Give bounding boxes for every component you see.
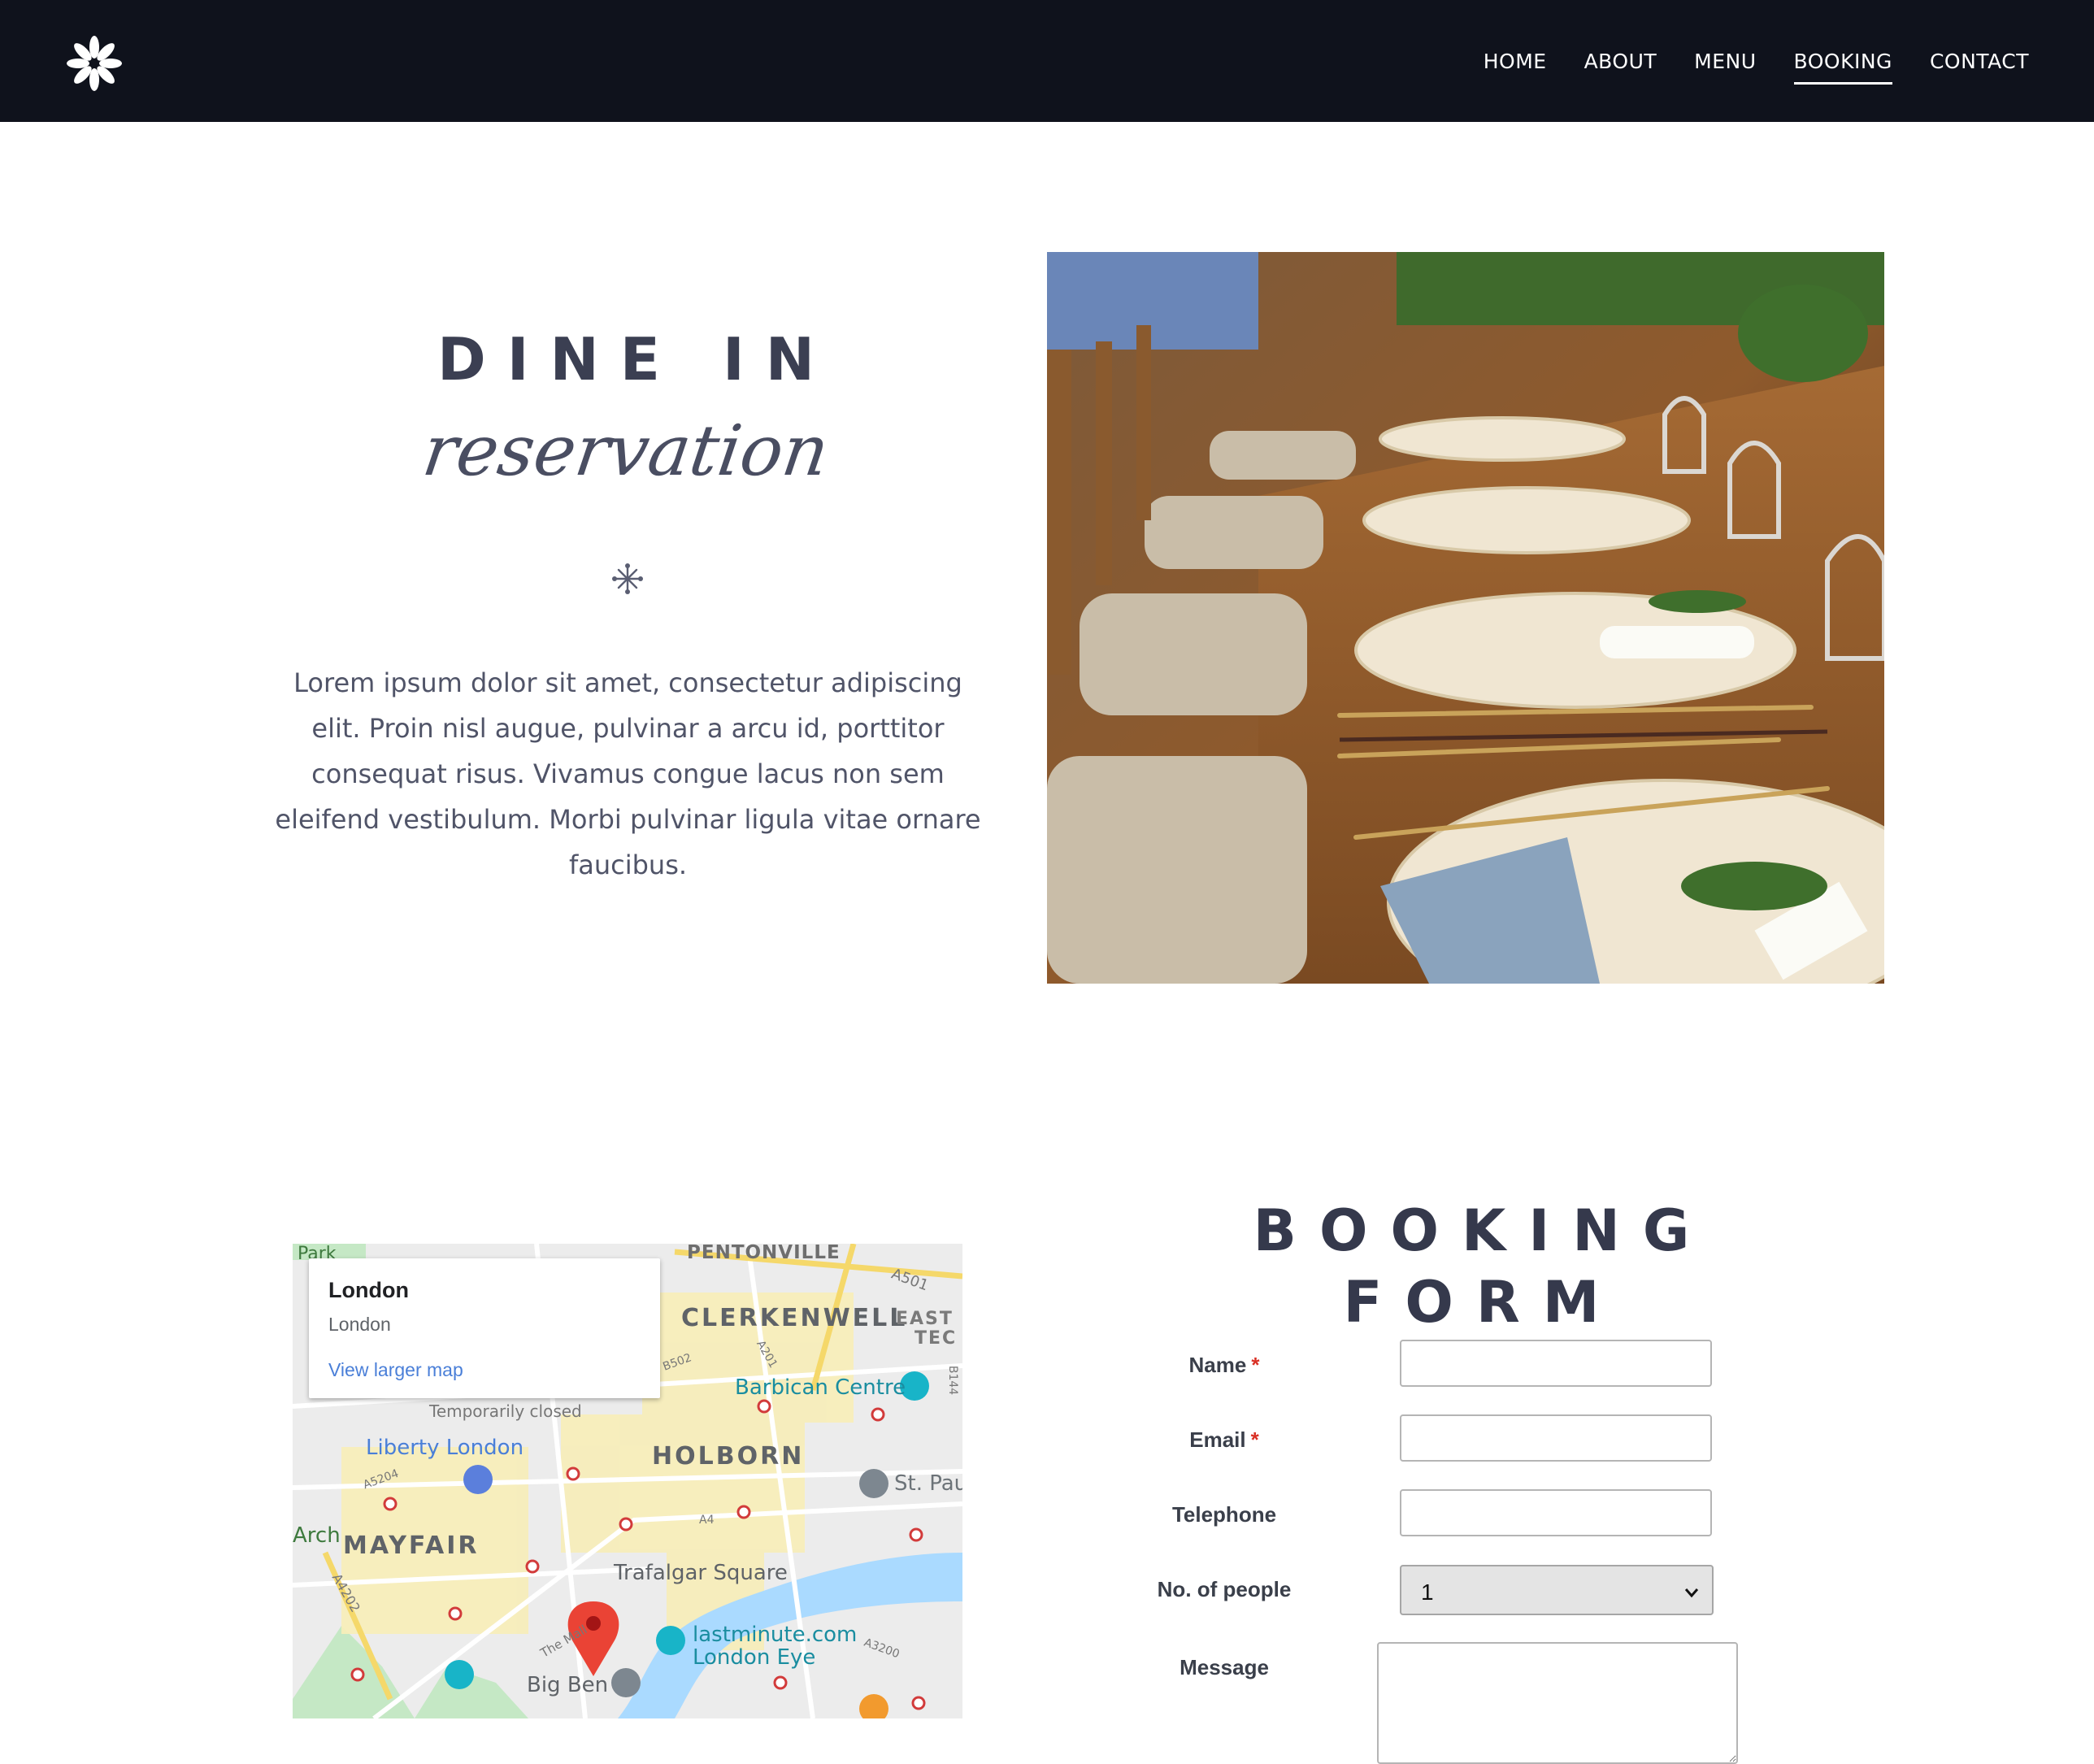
- map-label-b144: B144: [946, 1365, 960, 1396]
- map-label-liberty: Liberty London: [366, 1436, 524, 1460]
- map-label-pentonville: PENTONVILLE: [687, 1244, 841, 1263]
- map-label-tec: TEC: [914, 1328, 958, 1349]
- asterisk-flower-icon[interactable]: [65, 34, 124, 93]
- map-label-big-ben: Big Ben: [527, 1673, 609, 1697]
- nav-contact[interactable]: CONTACT: [1930, 43, 2029, 80]
- map-label-temporarily-closed: Temporarily closed: [429, 1401, 582, 1421]
- map-label-holborn: HOLBORN: [652, 1442, 805, 1471]
- email-field[interactable]: [1400, 1414, 1712, 1462]
- map-label-london-eye-2: London Eye: [693, 1645, 816, 1670]
- email-required-mark: *: [1250, 1427, 1259, 1452]
- map-label-london-eye-1: lastminute.com: [693, 1623, 858, 1647]
- form-title-line1: BOOKING: [1253, 1197, 1713, 1264]
- top-navbar: HOME ABOUT MENU BOOKING CONTACT: [0, 0, 2094, 122]
- dining-table-photo: [1047, 252, 1884, 984]
- email-label-text: Email: [1189, 1427, 1246, 1452]
- map-label-clerkenwell: CLERKENWELL: [681, 1304, 908, 1332]
- chevron-down-icon: [1683, 1581, 1701, 1599]
- people-label-text: No. of people: [1157, 1577, 1292, 1601]
- people-label: No. of people: [1110, 1577, 1338, 1602]
- map-label-trafalgar: Trafalgar Square: [614, 1561, 788, 1585]
- telephone-field[interactable]: [1400, 1489, 1712, 1536]
- people-select[interactable]: 1: [1400, 1565, 1714, 1615]
- name-required-mark: *: [1251, 1353, 1260, 1377]
- main-nav: HOME ABOUT MENU BOOKING CONTACT: [1446, 0, 2029, 122]
- map-label-east: EAST: [896, 1309, 954, 1329]
- map-label-mayfair: MAYFAIR: [343, 1532, 480, 1560]
- nav-home[interactable]: HOME: [1484, 43, 1547, 80]
- nav-about[interactable]: ABOUT: [1584, 43, 1657, 80]
- map-label-arch: Arch: [293, 1523, 341, 1548]
- hero-title: DINE IN: [437, 325, 836, 393]
- people-select-value: 1: [1421, 1579, 1434, 1605]
- message-label: Message: [1110, 1655, 1338, 1680]
- map-label-a4: A4: [699, 1514, 715, 1527]
- email-label: Email *: [1110, 1427, 1338, 1453]
- map-card-subtitle: London: [328, 1314, 391, 1335]
- hero-subtitle: reservation: [418, 411, 834, 492]
- message-label-text: Message: [1180, 1655, 1269, 1679]
- telephone-label: Telephone: [1110, 1502, 1338, 1527]
- message-field[interactable]: [1377, 1642, 1738, 1764]
- location-map[interactable]: Park PENTONVILLE CLERKENWELL EAST TEC Ba…: [293, 1244, 962, 1718]
- asterisk-icon: [611, 563, 644, 595]
- name-label-text: Name: [1188, 1353, 1247, 1377]
- booking-form-title: BOOKING FORM: [1203, 1195, 1740, 1338]
- view-larger-map-link[interactable]: View larger map: [328, 1359, 463, 1381]
- form-title-line2: FORM: [1343, 1269, 1623, 1336]
- nav-menu[interactable]: MENU: [1694, 43, 1756, 80]
- nav-booking[interactable]: BOOKING: [1793, 43, 1893, 85]
- telephone-label-text: Telephone: [1171, 1502, 1277, 1527]
- name-field[interactable]: [1400, 1340, 1712, 1387]
- name-label: Name *: [1110, 1353, 1338, 1378]
- map-label-barbican: Barbican Centre: [735, 1375, 906, 1400]
- map-label-st-paul: St. Pau: [894, 1471, 962, 1496]
- map-card-title: London: [328, 1278, 409, 1302]
- hero-description: Lorem ipsum dolor sit amet, consectetur …: [275, 667, 981, 880]
- map-info-card: London London View larger map: [309, 1258, 660, 1398]
